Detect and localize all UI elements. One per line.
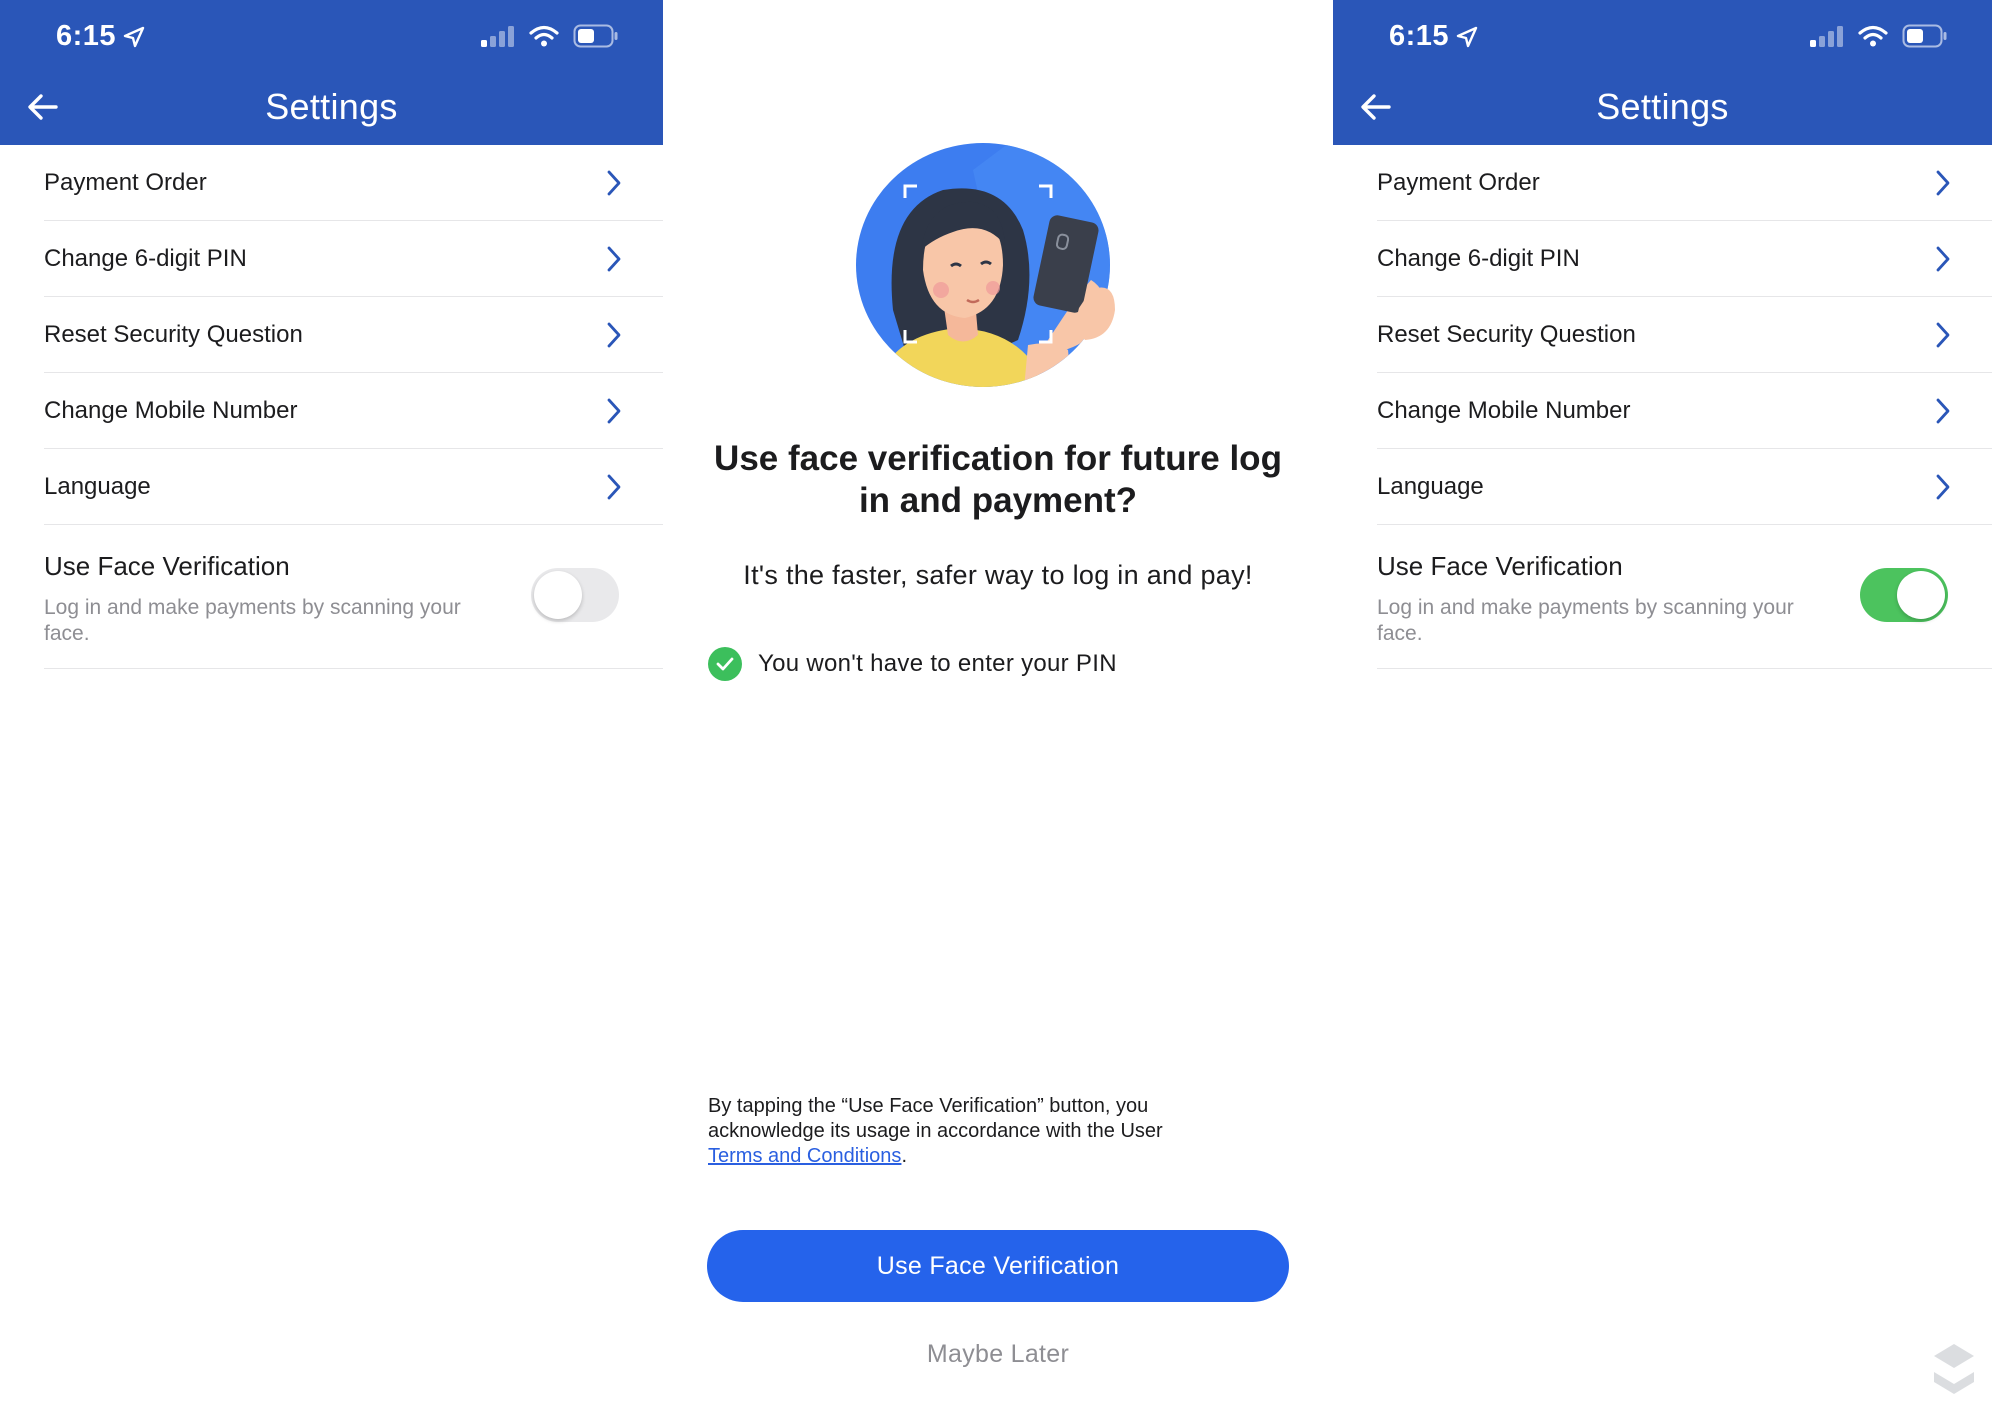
settings-item-reset-security-question[interactable]: Reset Security Question xyxy=(44,297,663,373)
settings-item-label: Change Mobile Number xyxy=(1377,397,1631,424)
use-face-verification-button[interactable]: Use Face Verification xyxy=(707,1230,1289,1302)
signal-icon xyxy=(481,26,514,47)
face-scan-illustration xyxy=(856,143,1115,387)
signal-icon xyxy=(1810,26,1843,47)
disclaimer-text: By tapping the “Use Face Verification” b… xyxy=(708,1095,1163,1142)
face-verification-toggle[interactable] xyxy=(1860,568,1948,622)
wifi-icon xyxy=(529,25,559,47)
prompt-subtitle: It's the faster, safer way to log in and… xyxy=(743,560,1253,590)
face-verification-description: Log in and make payments by scanning you… xyxy=(1377,596,1794,645)
chevron-right-icon xyxy=(607,246,621,272)
toggle-knob xyxy=(1897,571,1945,619)
face-verification-description: Log in and make payments by scanning you… xyxy=(44,596,461,645)
chevron-right-icon xyxy=(607,398,621,424)
settings-item-label: Payment Order xyxy=(44,169,207,196)
settings-item-change-pin[interactable]: Change 6-digit PIN xyxy=(44,221,663,297)
settings-item-face-verification: Use Face Verification Log in and make pa… xyxy=(1377,525,1992,669)
settings-item-language[interactable]: Language xyxy=(1377,449,1992,525)
settings-screen-right: 6:15 Settings Payment Order Change 6-dig… xyxy=(1333,0,1992,1410)
face-verification-toggle[interactable] xyxy=(531,568,619,622)
settings-item-language[interactable]: Language xyxy=(44,449,663,525)
location-arrow-icon xyxy=(1456,26,1478,48)
page-title: Settings xyxy=(1596,86,1729,127)
settings-item-face-verification: Use Face Verification Log in and make pa… xyxy=(44,525,663,669)
chevron-right-icon xyxy=(607,170,621,196)
settings-item-change-pin[interactable]: Change 6-digit PIN xyxy=(1377,221,1992,297)
chevron-right-icon xyxy=(607,322,621,348)
battery-icon xyxy=(573,24,618,48)
benefit-text: You won't have to enter your PIN xyxy=(758,650,1117,677)
settings-item-label: Change 6-digit PIN xyxy=(44,245,247,272)
settings-list: Payment Order Change 6-digit PIN Reset S… xyxy=(1377,145,1992,669)
battery-icon xyxy=(1902,24,1947,48)
chevron-right-icon xyxy=(1936,170,1950,196)
disclaimer: By tapping the “Use Face Verification” b… xyxy=(708,1094,1268,1169)
prompt-title: Use face verification for future log in … xyxy=(714,439,1282,520)
settings-item-label: Change Mobile Number xyxy=(44,397,298,424)
check-icon xyxy=(708,647,742,681)
location-arrow-icon xyxy=(123,26,145,48)
toggle-knob xyxy=(534,571,582,619)
settings-item-label: Reset Security Question xyxy=(44,321,303,348)
page-title: Settings xyxy=(265,86,398,127)
settings-list: Payment Order Change 6-digit PIN Reset S… xyxy=(44,145,663,669)
app-header: 6:15 Settings xyxy=(0,0,663,145)
chevron-right-icon xyxy=(1936,398,1950,424)
settings-screen-left: 6:15 Settings Payment Order Change 6-dig… xyxy=(0,0,663,1410)
settings-item-label: Change 6-digit PIN xyxy=(1377,245,1580,272)
settings-item-label: Payment Order xyxy=(1377,169,1540,196)
chevron-right-icon xyxy=(1936,474,1950,500)
settings-item-reset-security-question[interactable]: Reset Security Question xyxy=(1377,297,1992,373)
terms-link[interactable]: Terms and Conditions xyxy=(708,1145,901,1167)
chevron-right-icon xyxy=(1936,246,1950,272)
chevron-right-icon xyxy=(1936,322,1950,348)
app-header: 6:15 Settings xyxy=(1333,0,1992,145)
chevron-right-icon xyxy=(607,474,621,500)
face-verification-prompt: Use face verification for future log in … xyxy=(663,0,1333,1410)
watermark-logo xyxy=(1934,1344,1974,1394)
settings-item-change-mobile-number[interactable]: Change Mobile Number xyxy=(44,373,663,449)
settings-item-payment-order[interactable]: Payment Order xyxy=(1377,145,1992,221)
status-time: 6:15 xyxy=(1389,20,1450,52)
status-icons xyxy=(481,24,619,48)
benefit-item: You won't have to enter your PIN xyxy=(708,647,1117,681)
settings-item-change-mobile-number[interactable]: Change Mobile Number xyxy=(1377,373,1992,449)
wifi-icon xyxy=(1858,25,1888,47)
disclaimer-end: . xyxy=(901,1145,907,1167)
settings-item-payment-order[interactable]: Payment Order xyxy=(44,145,663,221)
face-verification-title: Use Face Verification xyxy=(44,551,290,581)
maybe-later-button[interactable]: Maybe Later xyxy=(663,1340,1333,1369)
settings-item-label: Language xyxy=(44,473,151,500)
status-icons xyxy=(1810,24,1948,48)
status-time: 6:15 xyxy=(56,20,117,52)
settings-item-label: Reset Security Question xyxy=(1377,321,1636,348)
settings-item-label: Language xyxy=(1377,473,1484,500)
face-verification-title: Use Face Verification xyxy=(1377,551,1623,581)
